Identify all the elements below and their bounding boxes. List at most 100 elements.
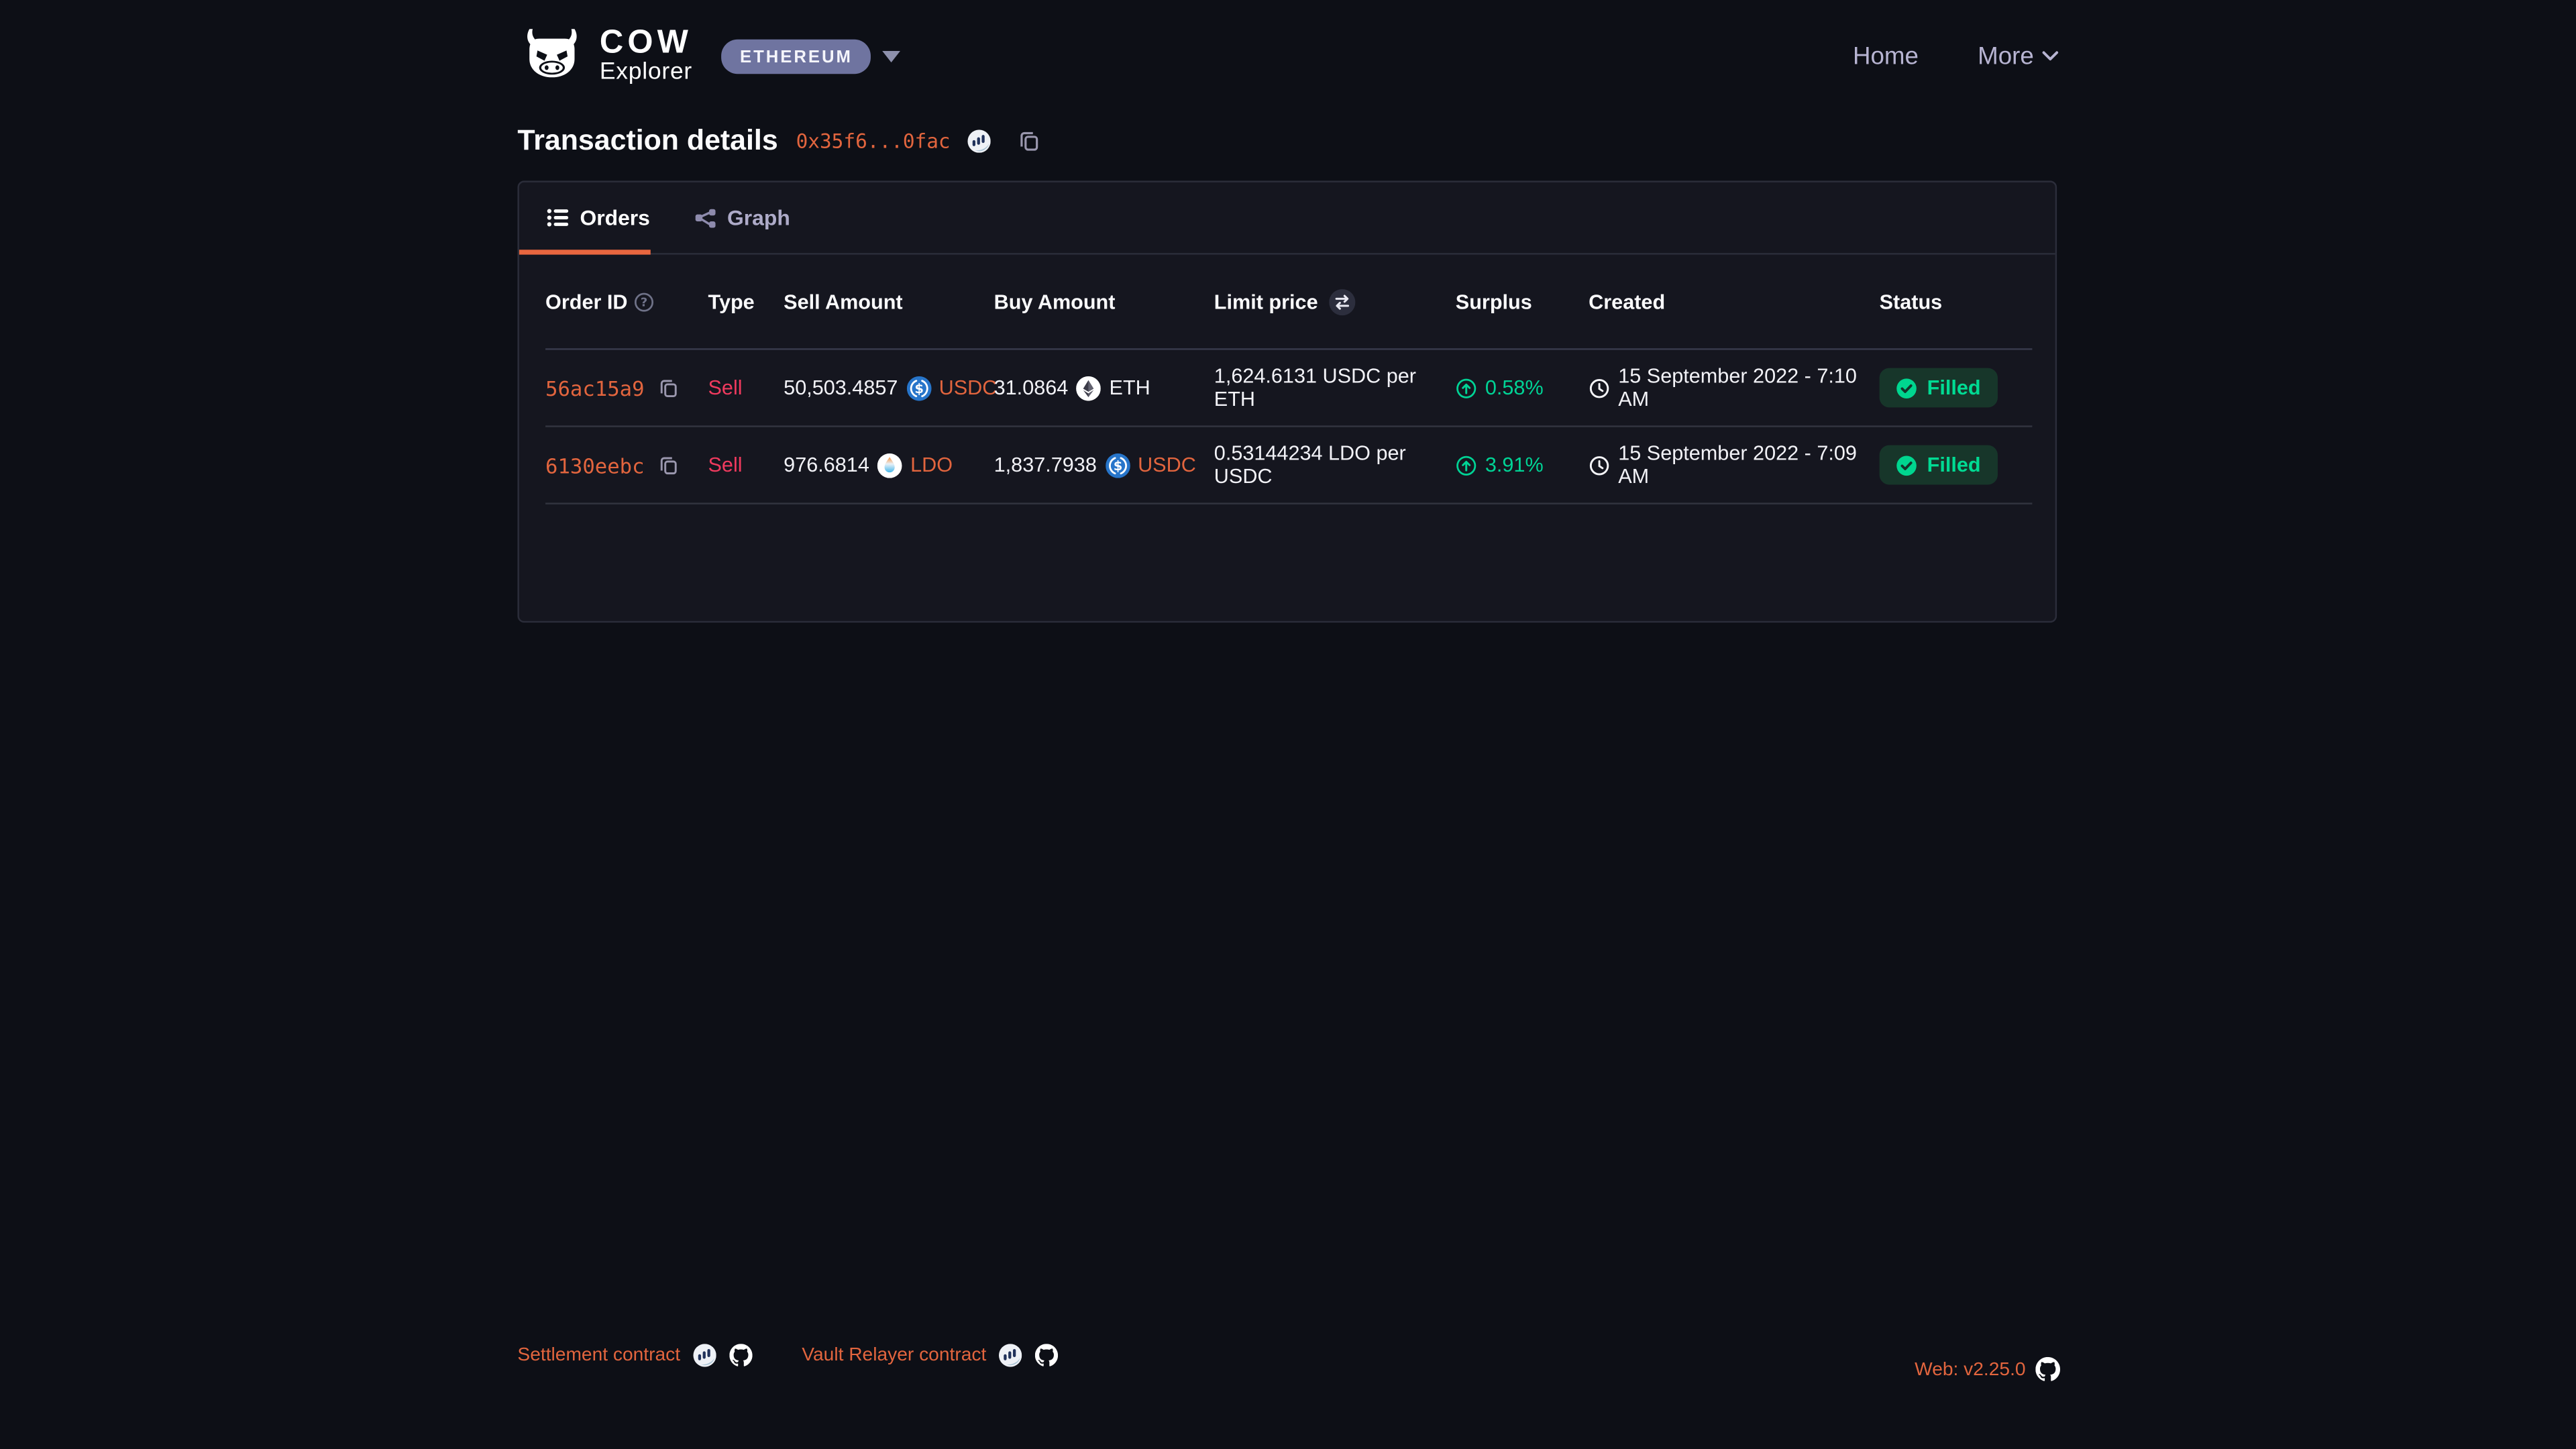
status-badge: Filled xyxy=(1880,368,1997,408)
ldo-icon xyxy=(877,453,902,478)
invert-price-icon[interactable] xyxy=(1330,288,1356,315)
table-header: Order ID ? Type Sell Amount Buy Amount L… xyxy=(545,255,2032,350)
network-badge[interactable]: ETHEREUM xyxy=(722,39,871,73)
graph-icon xyxy=(694,208,716,227)
footer: Settlement contract Vault Relayer contra… xyxy=(517,1344,2060,1368)
svg-text:$: $ xyxy=(1113,458,1122,473)
active-tab-indicator xyxy=(519,250,651,254)
vault-relayer-contract-link[interactable]: Vault Relayer contract xyxy=(802,1346,986,1365)
col-order-id: Order ID xyxy=(545,290,627,313)
eth-icon xyxy=(1077,376,1102,400)
order-id-link[interactable]: 6130eebc xyxy=(545,453,644,478)
order-id-cell: 56ac15a9 xyxy=(545,376,708,400)
col-sell-amount: Sell Amount xyxy=(784,290,902,313)
usdc-icon: $ xyxy=(906,376,931,400)
arrow-up-circle-icon xyxy=(1456,377,1477,398)
sell-amount: 50,503.4857 xyxy=(784,376,898,399)
help-icon[interactable]: ? xyxy=(634,292,653,311)
chevron-down-icon xyxy=(2042,51,2058,61)
usdc-icon: $ xyxy=(1105,453,1130,478)
status-cell: Filled xyxy=(1880,445,2033,485)
created-cell: 15 September 2022 - 7:10 AM xyxy=(1589,365,1879,411)
sell-token-symbol[interactable]: USDC xyxy=(939,376,998,399)
top-bar: COW Explorer ETHEREUM Home More xyxy=(517,21,2058,91)
orders-card: Orders Graph Order ID ? Type Sell Amount… xyxy=(517,180,2057,623)
buy-amount: 1,837.7938 xyxy=(994,453,1097,476)
copy-icon[interactable] xyxy=(659,378,679,397)
github-icon[interactable] xyxy=(1036,1344,1059,1366)
arrow-up-circle-icon xyxy=(1456,454,1477,476)
tx-hash-link[interactable]: 0x35f6...0fac xyxy=(796,129,951,152)
surplus-value: 3.91% xyxy=(1485,453,1544,476)
sell-amount-cell: 976.6814 LDO xyxy=(784,453,994,478)
table-row: 6130eebc Sell 976.6814 LDO 1,837.7938 $ … xyxy=(545,427,2032,504)
col-status: Status xyxy=(1880,290,1943,313)
network-selector[interactable]: ETHEREUM xyxy=(722,39,900,73)
tab-graph-label: Graph xyxy=(727,205,790,230)
limit-price: 1,624.6131 USDC per ETH xyxy=(1214,365,1456,411)
tab-graph[interactable]: Graph xyxy=(678,182,807,253)
sell-token-symbol[interactable]: LDO xyxy=(910,453,953,476)
type-cell: Sell xyxy=(708,376,784,399)
github-icon[interactable] xyxy=(730,1344,753,1366)
buy-token-symbol: ETH xyxy=(1110,376,1150,399)
order-id-link[interactable]: 56ac15a9 xyxy=(545,376,644,400)
etherscan-icon[interactable] xyxy=(969,129,991,152)
title-row: Transaction details 0x35f6...0fac xyxy=(517,123,1040,158)
limit-price-cell: 0.53144234 LDO per USDC xyxy=(1214,442,1456,488)
web-version-link[interactable]: Web: v2.25.0 xyxy=(1915,1360,2025,1379)
order-id-cell: 6130eebc xyxy=(545,453,708,478)
clock-icon xyxy=(1589,454,1610,476)
order-type: Sell xyxy=(708,376,743,399)
buy-amount: 31.0864 xyxy=(994,376,1069,399)
etherscan-icon[interactable] xyxy=(694,1344,716,1366)
tab-bar: Orders Graph xyxy=(519,182,2055,255)
etherscan-icon[interactable] xyxy=(1000,1344,1022,1366)
limit-price-cell: 1,624.6131 USDC per ETH xyxy=(1214,365,1456,411)
col-created: Created xyxy=(1589,290,1665,313)
nav-home[interactable]: Home xyxy=(1853,42,1919,70)
created-cell: 15 September 2022 - 7:09 AM xyxy=(1589,442,1879,488)
sell-amount-cell: 50,503.4857 $ USDC xyxy=(784,376,994,400)
tab-orders[interactable]: Orders xyxy=(519,182,673,253)
col-surplus: Surplus xyxy=(1456,290,1532,313)
nav-more[interactable]: More xyxy=(1978,42,2058,70)
check-circle-icon xyxy=(1896,377,1917,398)
table-row: 56ac15a9 Sell 50,503.4857 $ USDC 31.0864… xyxy=(545,350,2032,427)
cow-explorer-logo[interactable]: COW Explorer xyxy=(517,27,692,85)
buy-amount-cell: 31.0864 ETH xyxy=(994,376,1214,400)
sell-amount: 976.6814 xyxy=(784,453,869,476)
copy-icon[interactable] xyxy=(659,455,679,474)
logo-wordmark: COW xyxy=(600,27,692,60)
created-date: 15 September 2022 - 7:10 AM xyxy=(1618,365,1879,411)
col-buy-amount: Buy Amount xyxy=(994,290,1116,313)
svg-text:$: $ xyxy=(914,380,923,396)
cow-logo-icon xyxy=(517,28,586,84)
surplus-cell: 0.58% xyxy=(1456,376,1589,399)
logo-subtitle: Explorer xyxy=(600,61,692,85)
page: COW Explorer ETHEREUM Home More Trans xyxy=(0,0,2576,1449)
status-badge: Filled xyxy=(1880,445,1997,485)
copy-icon[interactable] xyxy=(1019,129,1040,151)
col-type: Type xyxy=(708,290,755,313)
orders-table-body: 56ac15a9 Sell 50,503.4857 $ USDC 31.0864… xyxy=(545,350,2032,504)
limit-price: 0.53144234 LDO per USDC xyxy=(1214,442,1456,488)
created-date: 15 September 2022 - 7:09 AM xyxy=(1618,442,1879,488)
clock-icon xyxy=(1589,377,1610,398)
status-label: Filled xyxy=(1927,376,1981,399)
buy-token-symbol[interactable]: USDC xyxy=(1138,453,1196,476)
list-icon xyxy=(547,209,569,227)
check-circle-icon xyxy=(1896,454,1917,476)
caret-down-icon xyxy=(882,50,900,62)
buy-amount-cell: 1,837.7938 $ USDC xyxy=(994,453,1214,478)
main-nav: Home More xyxy=(1853,42,2059,70)
status-cell: Filled xyxy=(1880,368,2033,408)
surplus-value: 0.58% xyxy=(1485,376,1544,399)
tab-orders-label: Orders xyxy=(580,205,649,230)
status-label: Filled xyxy=(1927,453,1981,476)
order-type: Sell xyxy=(708,453,743,476)
page-title: Transaction details xyxy=(517,123,777,158)
orders-table: Order ID ? Type Sell Amount Buy Amount L… xyxy=(545,255,2032,504)
github-icon[interactable] xyxy=(2035,1357,2060,1382)
settlement-contract-link[interactable]: Settlement contract xyxy=(517,1346,680,1365)
